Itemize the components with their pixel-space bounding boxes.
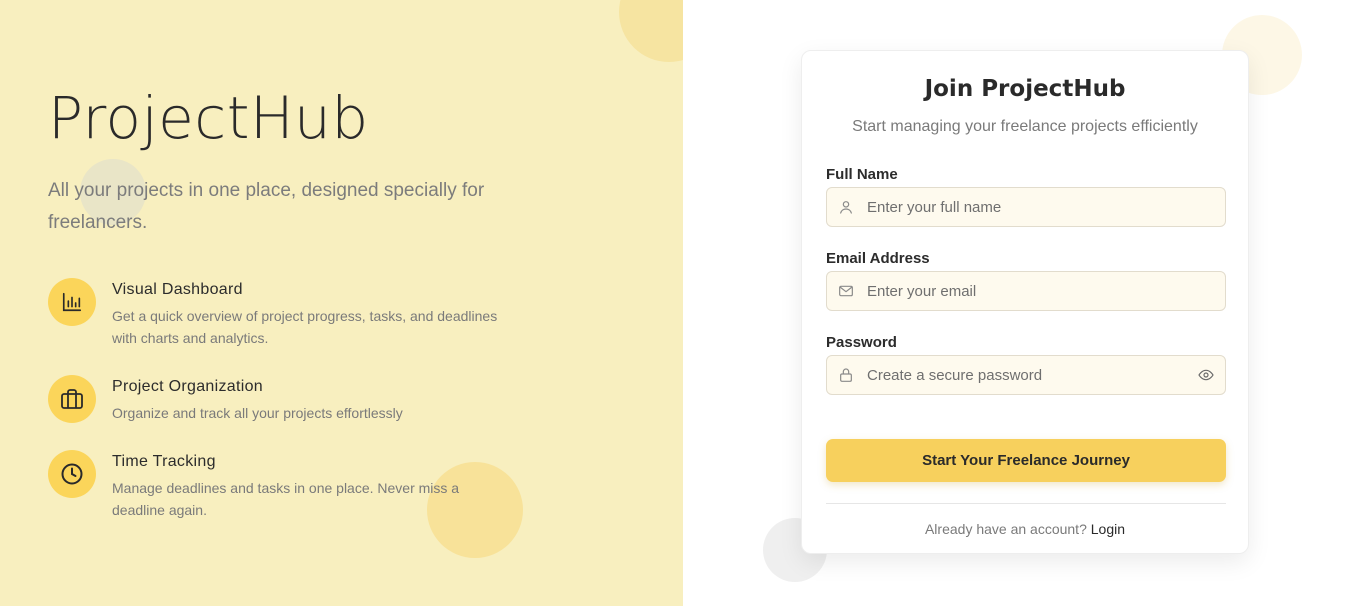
- email-input[interactable]: [867, 282, 1225, 300]
- signup-card: Join ProjectHub Start managing your free…: [801, 50, 1249, 554]
- feature-project-organization: Project Organization Organize and track …: [48, 375, 502, 424]
- password-input[interactable]: [867, 366, 1198, 384]
- feature-title: Time Tracking: [112, 453, 216, 470]
- decorative-circle: [619, 0, 683, 62]
- hero-panel: ProjectHub All your projects in one plac…: [0, 0, 683, 606]
- divider: [826, 503, 1226, 504]
- password-field[interactable]: [826, 355, 1226, 395]
- email-label: Email Address: [826, 250, 930, 267]
- login-link[interactable]: Login: [1091, 521, 1125, 537]
- feature-time-tracking: Time Tracking Manage deadlines and tasks…: [48, 450, 502, 521]
- full-name-label: Full Name: [826, 166, 898, 183]
- briefcase-icon: [48, 375, 96, 423]
- brand-title: ProjectHub: [48, 84, 369, 152]
- feature-visual-dashboard: Visual Dashboard Get a quick overview of…: [48, 278, 502, 349]
- clock-icon: [48, 450, 96, 498]
- feature-title: Visual Dashboard: [112, 281, 243, 298]
- login-prompt-row: Already have an account? Login: [802, 521, 1248, 537]
- feature-title: Project Organization: [112, 378, 263, 395]
- mail-icon: [838, 283, 854, 299]
- eye-icon[interactable]: [1198, 367, 1214, 383]
- signup-submit-button[interactable]: Start Your Freelance Journey: [826, 439, 1226, 482]
- brand-tagline: All your projects in one place, designed…: [48, 180, 485, 233]
- full-name-input[interactable]: [867, 198, 1225, 216]
- login-prompt-text: Already have an account?: [924, 521, 1087, 537]
- feature-description: Organize and track all your projects eff…: [112, 405, 403, 421]
- bar-chart-icon: [48, 278, 96, 326]
- form-subtitle: Start managing your freelance projects e…: [852, 118, 1198, 135]
- password-label: Password: [826, 334, 897, 351]
- form-title: Join ProjectHub: [924, 76, 1126, 102]
- feature-description: Manage deadlines and tasks in one place.…: [112, 480, 460, 518]
- lock-icon: [838, 367, 854, 383]
- full-name-field[interactable]: [826, 187, 1226, 227]
- user-icon: [838, 199, 854, 215]
- email-field[interactable]: [826, 271, 1226, 311]
- feature-description: Get a quick overview of project progress…: [112, 308, 498, 346]
